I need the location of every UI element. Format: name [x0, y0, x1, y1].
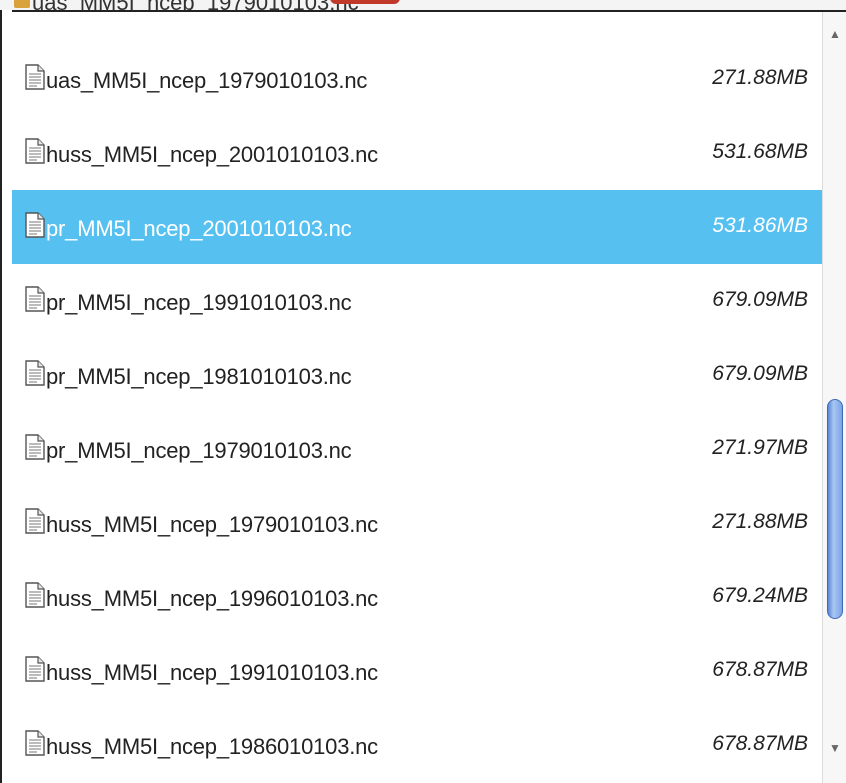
scroll-down-arrow-icon[interactable]: ▼ — [827, 740, 843, 756]
file-name: pr_MM5I_ncep_2001010103.nc — [46, 216, 352, 241]
file-size: 531.68MB — [712, 140, 808, 163]
file-name: huss_MM5I_ncep_1986010103.nc — [46, 734, 378, 759]
document-icon — [25, 360, 45, 386]
file-row[interactable]: huss_MM5I_ncep_1991010103.nc 678.87MB — [12, 634, 822, 708]
document-icon — [25, 434, 45, 460]
document-icon — [25, 64, 45, 90]
file-list: uas_MM5I_ncep_1979010103.nc 271.88MB huss_… — [12, 12, 822, 783]
vertical-scrollbar[interactable]: ▲ ▼ — [822, 12, 846, 783]
file-row[interactable]: huss_MM5I_ncep_1986010103.nc 678.87MB — [12, 708, 822, 782]
file-name: huss_MM5I_ncep_1991010103.nc — [46, 660, 378, 685]
file-row[interactable]: pr_MM5I_ncep_2001010103.nc 531.86MB — [12, 190, 822, 264]
scroll-thumb[interactable] — [827, 398, 843, 619]
file-row[interactable]: huss_MM5I_ncep_2001010103.nc 531.68MB — [12, 116, 822, 190]
file-name: pr_MM5I_ncep_1981010103.nc — [46, 364, 352, 389]
file-size: 271.88MB — [712, 510, 808, 533]
window-accent — [330, 0, 400, 4]
document-icon — [25, 286, 45, 312]
document-icon — [25, 656, 45, 682]
frame-left-border — [0, 10, 12, 783]
file-list-window: uas_MM5I_ncep_1979010103.nc uas_MM5I_nce… — [0, 0, 846, 783]
file-name: uas_MM5I_ncep_1979010103.nc — [46, 68, 368, 93]
document-icon — [25, 212, 45, 238]
file-size: 679.09MB — [712, 362, 808, 385]
file-size: 679.24MB — [712, 584, 808, 607]
file-size: 679.09MB — [712, 288, 808, 311]
document-icon — [25, 138, 45, 164]
folder-icon — [14, 0, 30, 8]
file-name: huss_MM5I_ncep_1979010103.nc — [46, 512, 378, 537]
scroll-up-arrow-icon[interactable]: ▲ — [827, 26, 843, 42]
file-row[interactable]: huss_MM5I_ncep_1996010103.nc 679.24MB — [12, 560, 822, 634]
file-row[interactable]: pr_MM5I_ncep_1979010103.nc 271.97MB — [12, 412, 822, 486]
file-row[interactable]: huss_MM5I_ncep_1979010103.nc 271.88MB — [12, 486, 822, 560]
file-row[interactable]: uas_MM5I_ncep_1979010103.nc 271.88MB — [12, 42, 822, 116]
document-icon — [25, 730, 45, 756]
file-name: huss_MM5I_ncep_1996010103.nc — [46, 586, 378, 611]
file-row[interactable]: pr_MM5I_ncep_1991010103.nc 679.09MB — [12, 264, 822, 338]
file-name: pr_MM5I_ncep_1979010103.nc — [46, 438, 352, 463]
file-name: pr_MM5I_ncep_1991010103.nc — [46, 290, 352, 315]
document-icon — [25, 582, 45, 608]
file-size: 531.86MB — [712, 214, 808, 237]
file-size: 271.88MB — [712, 66, 808, 89]
file-row[interactable]: pr_MM5I_ncep_1981010103.nc 679.09MB — [12, 338, 822, 412]
file-size: 678.87MB — [712, 732, 808, 755]
document-icon — [25, 508, 45, 534]
file-size: 678.87MB — [712, 658, 808, 681]
file-size: 271.97MB — [712, 436, 808, 459]
file-name: huss_MM5I_ncep_2001010103.nc — [46, 142, 378, 167]
